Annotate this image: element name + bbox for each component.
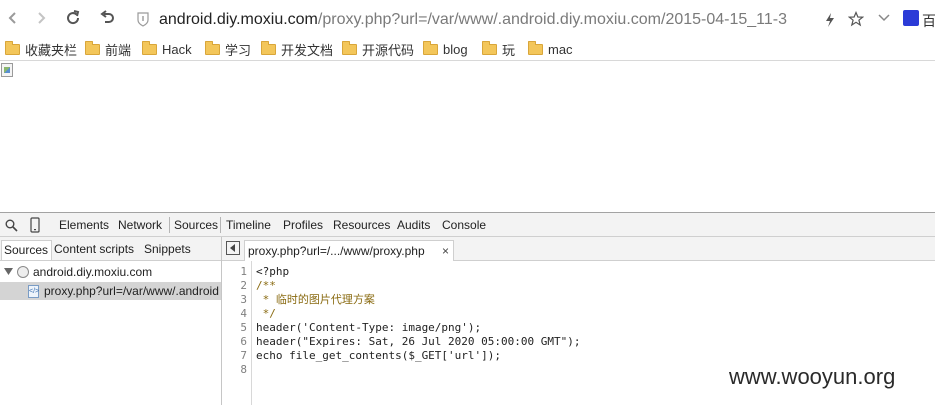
- line-number: 1: [240, 265, 247, 278]
- reload-button[interactable]: [62, 7, 84, 29]
- reload-icon: [67, 10, 80, 25]
- folder-icon: [342, 40, 357, 55]
- folder-icon: [482, 40, 497, 55]
- tree-domain-label: android.diy.moxiu.com: [33, 265, 153, 279]
- undo-icon: [100, 10, 114, 23]
- tree-domain-row[interactable]: android.diy.moxiu.com: [0, 263, 221, 281]
- code-line: <?php: [256, 265, 290, 278]
- watermark: www.wooyun.org: [729, 364, 896, 389]
- bookmark-label: 玩: [502, 42, 516, 58]
- bookmark-label: Hack: [162, 41, 192, 57]
- forward-arrow-icon: [38, 12, 46, 24]
- bookmark-open-source[interactable]: 开源代码: [342, 40, 414, 58]
- bookmark-label: 学习: [225, 42, 252, 58]
- devtools-tab-bar: Elements Network Sources Timeline Profil…: [0, 213, 935, 237]
- tab-network[interactable]: Network: [118, 218, 162, 232]
- url-text: android.diy.moxiu.com/proxy.php?url=/var…: [159, 11, 811, 29]
- chevron-down-icon[interactable]: [878, 14, 890, 22]
- tab-resources[interactable]: Resources: [333, 218, 390, 232]
- tree-file-row[interactable]: </> proxy.php?url=/var/www/.android: [0, 282, 221, 300]
- tab-audits[interactable]: Audits: [397, 218, 430, 232]
- baidu-search-icon[interactable]: [903, 10, 919, 26]
- bookmark-study[interactable]: 学习: [205, 40, 251, 58]
- tab-separator: [169, 217, 170, 233]
- editor-tab[interactable]: proxy.php?url=/.../www/proxy.php ×: [244, 240, 454, 261]
- folder-icon: [423, 40, 438, 55]
- code-line: * 临时的图片代理方案: [256, 293, 375, 306]
- bookmark-play[interactable]: 玩: [482, 40, 515, 58]
- folder-icon: [142, 40, 157, 55]
- folder-icon: [261, 40, 276, 55]
- bookmark-dev-docs[interactable]: 开发文档: [261, 40, 333, 58]
- bookmark-label: 开源代码: [362, 42, 415, 58]
- globe-icon: [17, 266, 29, 278]
- editor-tab-bar: proxy.php?url=/.../www/proxy.php ×: [222, 237, 935, 261]
- forward-button[interactable]: [30, 7, 52, 29]
- folder-icon: [5, 40, 20, 55]
- folder-icon: [205, 40, 220, 55]
- code-line: header('Content-Type: image/png');: [256, 321, 482, 334]
- line-number: 8: [240, 363, 247, 376]
- folder-icon: [528, 40, 543, 55]
- editor-tab-label: proxy.php?url=/.../www/proxy.php: [248, 244, 425, 258]
- bookmark-blog[interactable]: blog: [423, 40, 468, 58]
- code-line: /**: [256, 279, 276, 292]
- bookmark-favorites-bar[interactable]: 收藏夹栏: [5, 40, 77, 58]
- sources-navigator: Sources Content scripts Snippets android…: [0, 237, 222, 405]
- bookmark-mac[interactable]: mac: [528, 40, 573, 58]
- device-mode-icon[interactable]: [30, 217, 40, 233]
- line-number: 3: [240, 293, 247, 306]
- line-number: 4: [240, 307, 247, 320]
- lightning-icon[interactable]: [825, 13, 835, 27]
- star-icon[interactable]: [848, 11, 864, 27]
- line-number: 6: [240, 335, 247, 348]
- toggle-navigator-icon[interactable]: [226, 241, 240, 255]
- bookmark-label: 收藏夹栏: [25, 42, 78, 58]
- navigator-tab-snippets[interactable]: Snippets: [144, 242, 191, 256]
- navigator-tab-sources[interactable]: Sources: [1, 240, 53, 260]
- code-line: */: [256, 307, 276, 320]
- bookmark-label: mac: [548, 41, 573, 57]
- bookmarks-bar: 收藏夹栏 前端 Hack 学习 开发文档 开源代码 blog 玩 mac: [0, 37, 935, 61]
- undo-button[interactable]: [96, 7, 118, 29]
- page-info-icon[interactable]: [135, 11, 151, 27]
- close-icon[interactable]: ×: [442, 244, 449, 258]
- expand-triangle-icon[interactable]: [4, 268, 13, 276]
- back-button[interactable]: [2, 7, 24, 29]
- bookmark-label: 开发文档: [281, 42, 334, 58]
- url-path: /proxy.php?url=/var/www/.android.diy.mox…: [317, 11, 788, 28]
- tree-file-label: proxy.php?url=/var/www/.android: [44, 284, 219, 298]
- search-engine-label: 百: [922, 13, 935, 29]
- tab-separator: [220, 217, 221, 233]
- tab-console[interactable]: Console: [442, 218, 486, 232]
- navigator-tab-content-scripts[interactable]: Content scripts: [54, 242, 134, 256]
- navigator-tab-bar: Sources Content scripts Snippets: [0, 237, 221, 261]
- back-arrow-icon: [8, 12, 16, 24]
- bookmark-hack[interactable]: Hack: [142, 40, 192, 58]
- broken-image-icon: [1, 63, 13, 77]
- line-number-gutter: 1 2 3 4 5 6 7 8: [222, 261, 252, 405]
- file-icon: </>: [28, 284, 39, 298]
- code-line: echo file_get_contents($_GET['url']);: [256, 349, 502, 362]
- address-bar[interactable]: android.diy.moxiu.com/proxy.php?url=/var…: [126, 5, 935, 33]
- bookmark-label: 前端: [105, 42, 132, 58]
- bookmark-label: blog: [443, 41, 468, 57]
- tab-sources[interactable]: Sources: [174, 218, 218, 232]
- tab-profiles[interactable]: Profiles: [283, 218, 323, 232]
- search-icon[interactable]: [5, 219, 18, 232]
- browser-toolbar: android.diy.moxiu.com/proxy.php?url=/var…: [0, 0, 935, 37]
- code-line: header("Expires: Sat, 26 Jul 2020 05:00:…: [256, 335, 581, 348]
- page-viewport: [0, 62, 935, 212]
- tab-elements[interactable]: Elements: [59, 218, 109, 232]
- line-number: 5: [240, 321, 247, 334]
- line-number: 7: [240, 349, 247, 362]
- bookmark-frontend[interactable]: 前端: [85, 40, 131, 58]
- folder-icon: [85, 40, 100, 55]
- url-host: android.diy.moxiu.com: [159, 11, 318, 28]
- line-number: 2: [240, 279, 247, 292]
- tab-timeline[interactable]: Timeline: [226, 218, 271, 232]
